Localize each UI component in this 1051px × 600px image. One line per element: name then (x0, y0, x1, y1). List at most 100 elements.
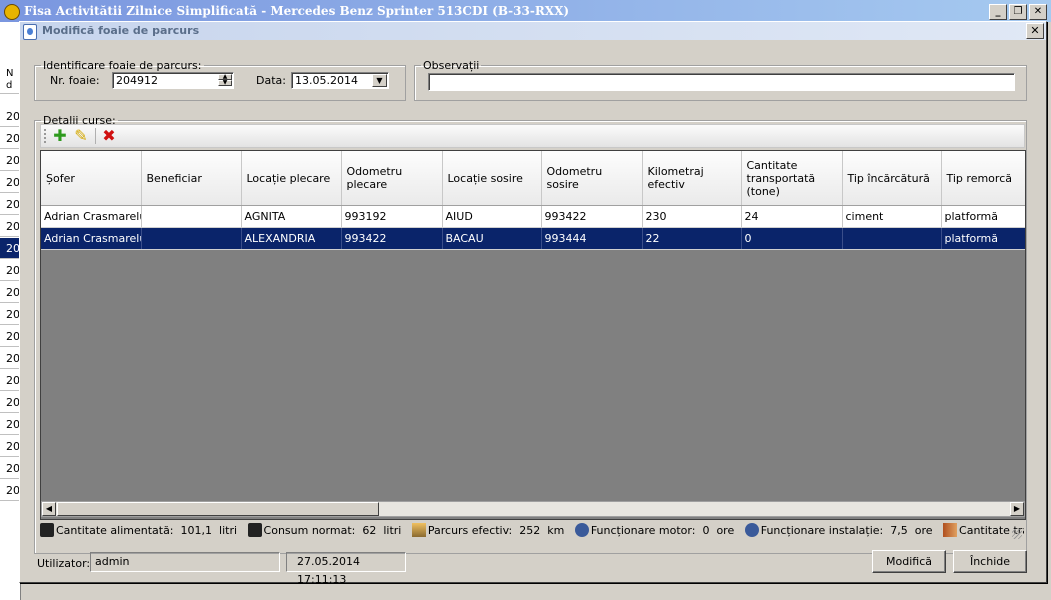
scroll-right-icon[interactable]: ▶ (1010, 502, 1024, 516)
column-header[interactable]: Cantitate transportată (tone) (741, 151, 843, 206)
table-row[interactable]: Adrian Crasmarelu ALEXANDRIA 993422 BACAU 99… (41, 227, 1025, 250)
parent-list-item[interactable]: 20 (0, 458, 20, 479)
curse-grid[interactable]: Șofer Beneficiar Locație plecare Odometru p… (40, 150, 1026, 520)
table-cell[interactable]: BACAU (442, 227, 542, 250)
status-consum: Consum normat: 62 litri (241, 521, 401, 541)
parent-list-item[interactable]: 20 (0, 480, 20, 501)
spin-down-icon[interactable]: ▼ (218, 80, 232, 86)
scroll-left-icon[interactable]: ◀ (42, 502, 56, 516)
parent-list-item[interactable]: 20 (0, 370, 20, 391)
table-cell[interactable]: 24 (741, 205, 843, 228)
modifica-button[interactable]: Modifică (872, 550, 946, 573)
parent-list-item[interactable]: 20 (0, 304, 20, 325)
table-cell[interactable]: 230 (642, 205, 742, 228)
parent-list-item[interactable]: 20 (0, 238, 20, 259)
parent-list-item[interactable]: 20 (0, 106, 20, 127)
table-cell[interactable] (141, 227, 242, 250)
nr-foaie-input[interactable]: 204912 ▲ ▼ (112, 72, 234, 89)
table-cell[interactable]: platformă (941, 205, 1025, 228)
table-row[interactable]: Adrian Crasmarelu AGNITA 993192 AIUD 993422 2… (41, 205, 1025, 228)
column-header[interactable]: Odometru plecare (341, 151, 443, 206)
parent-list-item[interactable]: 20 (0, 414, 20, 435)
horizontal-scrollbar[interactable]: ◀ ▶ (41, 501, 1025, 517)
observatii-input[interactable] (428, 73, 1015, 91)
parent-list-item[interactable]: 20 (0, 326, 20, 347)
table-cell[interactable]: 993444 (541, 227, 643, 250)
table-cell[interactable] (141, 205, 242, 228)
grid-toolbar: ✚ ✎ ✖ (40, 124, 1025, 148)
column-header[interactable]: Tip încărcătură (842, 151, 942, 206)
column-header[interactable]: Tip remorcă (941, 151, 1025, 206)
parent-list-item[interactable]: 20 (0, 172, 20, 193)
engine-icon (744, 523, 759, 537)
parent-title-bar: Fisa Activitătii Zilnice Simplificată - … (0, 0, 1051, 22)
alimentata-label: Cantitate alimentată: (56, 524, 174, 537)
table-cell[interactable]: platformă (941, 227, 1025, 250)
instalatie-label: Funcționare instalație: (760, 524, 884, 537)
data-value: 13.05.2014 (295, 74, 358, 87)
alimentata-value: 101,1 (180, 524, 213, 537)
toolbar-grip (44, 129, 49, 143)
inchide-button[interactable]: Închide (953, 550, 1027, 573)
delete-icon[interactable]: ✖ (100, 127, 118, 145)
column-header[interactable]: Kilometraj efectiv (642, 151, 742, 206)
column-header[interactable]: Beneficiar (141, 151, 242, 206)
app-icon (4, 4, 20, 20)
parent-list-item[interactable]: 20 (0, 436, 20, 457)
instalatie-unit: ore (914, 524, 933, 537)
motor-label: Funcționare motor: (590, 524, 696, 537)
dialog-title: Modifică foaie de parcurs (42, 24, 200, 37)
column-header[interactable]: Odometru sosire (541, 151, 643, 206)
minimize-button[interactable]: _ (989, 4, 1007, 20)
instalatie-value: 7,5 (890, 524, 908, 537)
parent-title: Fisa Activitătii Zilnice Simplificată - … (24, 4, 570, 18)
column-header[interactable]: Locație sosire (442, 151, 542, 206)
parent-list-item[interactable]: 20 (0, 392, 20, 413)
table-cell[interactable]: Adrian Crasmarelu (41, 227, 142, 250)
document-icon (23, 24, 37, 40)
column-header[interactable]: Șofer (41, 151, 142, 206)
table-cell[interactable] (842, 227, 942, 250)
add-icon[interactable]: ✚ (51, 127, 69, 145)
status-transportata: Cantitate transportată: 24 (936, 521, 1024, 541)
nr-foaie-value: 204912 (116, 74, 158, 87)
motor-value: 0 (702, 524, 710, 537)
parent-close-button[interactable]: ✕ (1029, 4, 1047, 20)
table-cell[interactable]: 993192 (341, 205, 443, 228)
identificare-legend: Identificare foaie de parcurs: (43, 59, 202, 72)
edit-icon[interactable]: ✎ (72, 127, 90, 145)
status-instalatie: Funcționare instalație: 7,5 ore (738, 521, 933, 541)
table-cell[interactable]: ciment (842, 205, 942, 228)
table-cell[interactable]: 0 (741, 227, 843, 250)
column-header[interactable]: Locație plecare (241, 151, 342, 206)
resize-grip[interactable] (1012, 529, 1022, 539)
chevron-down-icon[interactable]: ▼ (372, 74, 387, 87)
scroll-thumb[interactable] (57, 502, 379, 516)
timestamp-field: 27.05.2014 17:11:13 (286, 552, 406, 586)
parent-list-item[interactable]: 20 (0, 150, 20, 171)
table-cell[interactable]: 993422 (341, 227, 443, 250)
dialog-close-button[interactable]: ✕ (1026, 23, 1044, 39)
parent-list-item[interactable]: 20 (0, 260, 20, 281)
parent-list-header: N d (0, 68, 20, 94)
table-cell[interactable]: ALEXANDRIA (241, 227, 342, 250)
parent-list-item[interactable]: 20 (0, 194, 20, 215)
table-cell[interactable]: 993422 (541, 205, 643, 228)
parcurs-label: Parcurs efectiv: (427, 524, 513, 537)
parent-list-item[interactable]: 20 (0, 216, 20, 237)
table-cell[interactable]: 22 (642, 227, 742, 250)
parcurs-unit: km (547, 524, 565, 537)
fuel-pump-icon (247, 523, 262, 537)
table-cell[interactable]: AGNITA (241, 205, 342, 228)
parent-list-item[interactable]: 20 (0, 348, 20, 369)
data-datepicker[interactable]: 13.05.2014 ▼ (291, 72, 389, 89)
parent-list-item[interactable]: 20 (0, 282, 20, 303)
table-cell[interactable]: Adrian Crasmarelu (41, 205, 142, 228)
restore-button[interactable]: ❐ (1009, 4, 1027, 20)
parent-list-item[interactable]: 20 (0, 128, 20, 149)
table-cell[interactable]: AIUD (442, 205, 542, 228)
observatii-legend: Observații (423, 59, 480, 72)
grid-header-row: Șofer Beneficiar Locație plecare Odometru p… (41, 151, 1025, 206)
status-motor: Funcționare motor: 0 ore (568, 521, 734, 541)
nr-foaie-spinner[interactable]: ▲ ▼ (218, 74, 232, 87)
